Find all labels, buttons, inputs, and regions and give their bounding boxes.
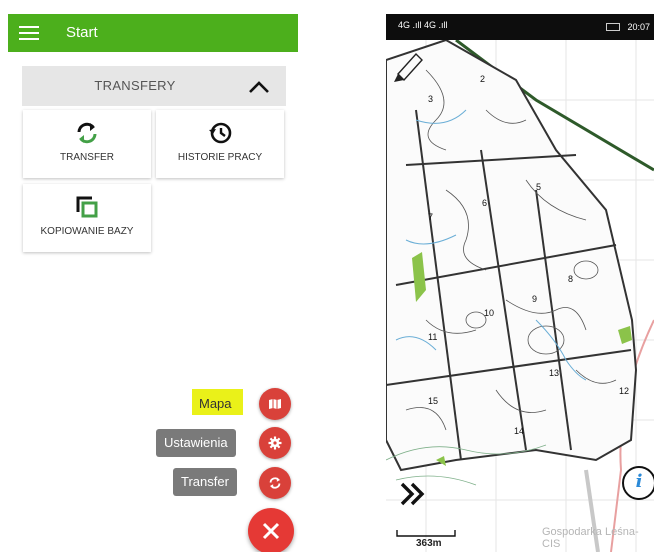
section-number: 9 bbox=[532, 294, 537, 304]
section-number: 3 bbox=[428, 94, 433, 104]
battery-icon bbox=[606, 23, 620, 31]
section-number: 13 bbox=[549, 368, 559, 378]
hamburger-menu-icon[interactable] bbox=[19, 26, 39, 40]
map-icon bbox=[269, 399, 281, 409]
settings-fab-button[interactable] bbox=[259, 427, 291, 459]
history-icon bbox=[209, 122, 232, 144]
section-number: 14 bbox=[514, 426, 524, 436]
map-fab-button[interactable] bbox=[259, 388, 291, 420]
status-time: 20:07 bbox=[627, 22, 650, 32]
info-icon[interactable]: i bbox=[622, 466, 654, 500]
section-number: 2 bbox=[480, 74, 485, 84]
gear-icon bbox=[268, 436, 282, 450]
forest-map[interactable]: 2 3 5 6 7 8 9 10 11 12 13 14 15 bbox=[386, 40, 654, 552]
status-bar: 4G .ıll 4G .ıll 20:07 bbox=[386, 14, 654, 40]
section-number: 15 bbox=[428, 396, 438, 406]
tile-historie-pracy[interactable]: HISTORIE PRACY bbox=[156, 110, 284, 178]
tile-label: KOPIOWANIE BAZY bbox=[40, 226, 134, 237]
fab-label-transfer[interactable]: Transfer bbox=[173, 468, 237, 496]
section-number: 12 bbox=[619, 386, 629, 396]
map-screen: 4G .ıll 4G .ıll 20:07 2 3 5 6 7 8 9 10 1… bbox=[386, 14, 654, 552]
app-start-screen: Start TRANSFERY TRANSFER HISTORIE PRACY … bbox=[8, 14, 298, 552]
close-icon bbox=[262, 522, 280, 540]
close-fab-button[interactable] bbox=[248, 508, 294, 552]
sync-icon bbox=[269, 477, 281, 489]
section-title: TRANSFERY bbox=[94, 78, 176, 93]
map-watermark: Gospodarka Leśna-CIS bbox=[542, 526, 639, 550]
section-number: 6 bbox=[482, 198, 487, 208]
app-bar: Start bbox=[8, 14, 298, 52]
tile-transfer[interactable]: TRANSFER bbox=[23, 110, 151, 178]
sync-icon bbox=[77, 122, 97, 144]
section-header-transfery[interactable]: TRANSFERY bbox=[22, 66, 286, 106]
section-number: 11 bbox=[428, 332, 437, 342]
tile-label: TRANSFER bbox=[60, 152, 114, 163]
scale-bar bbox=[396, 530, 456, 537]
tile-label: HISTORIE PRACY bbox=[177, 152, 263, 163]
section-number: 10 bbox=[484, 308, 494, 318]
section-number: 5 bbox=[536, 182, 541, 192]
fab-label-mapa[interactable]: Mapa bbox=[191, 390, 240, 418]
scale-label: 363m bbox=[416, 538, 442, 549]
section-number: 8 bbox=[568, 274, 573, 284]
chevron-up-icon[interactable] bbox=[248, 80, 270, 94]
transfer-fab-button[interactable] bbox=[259, 467, 291, 499]
signal-indicator: 4G .ıll 4G .ıll bbox=[398, 20, 448, 30]
section-number: 7 bbox=[428, 212, 433, 222]
app-title: Start bbox=[66, 24, 98, 41]
fab-label-ustawienia[interactable]: Ustawienia bbox=[156, 429, 236, 457]
tile-kopiowanie-bazy[interactable]: KOPIOWANIE BAZY bbox=[23, 184, 151, 252]
double-chevron-right-icon[interactable] bbox=[398, 480, 426, 508]
copy-icon bbox=[76, 196, 98, 218]
